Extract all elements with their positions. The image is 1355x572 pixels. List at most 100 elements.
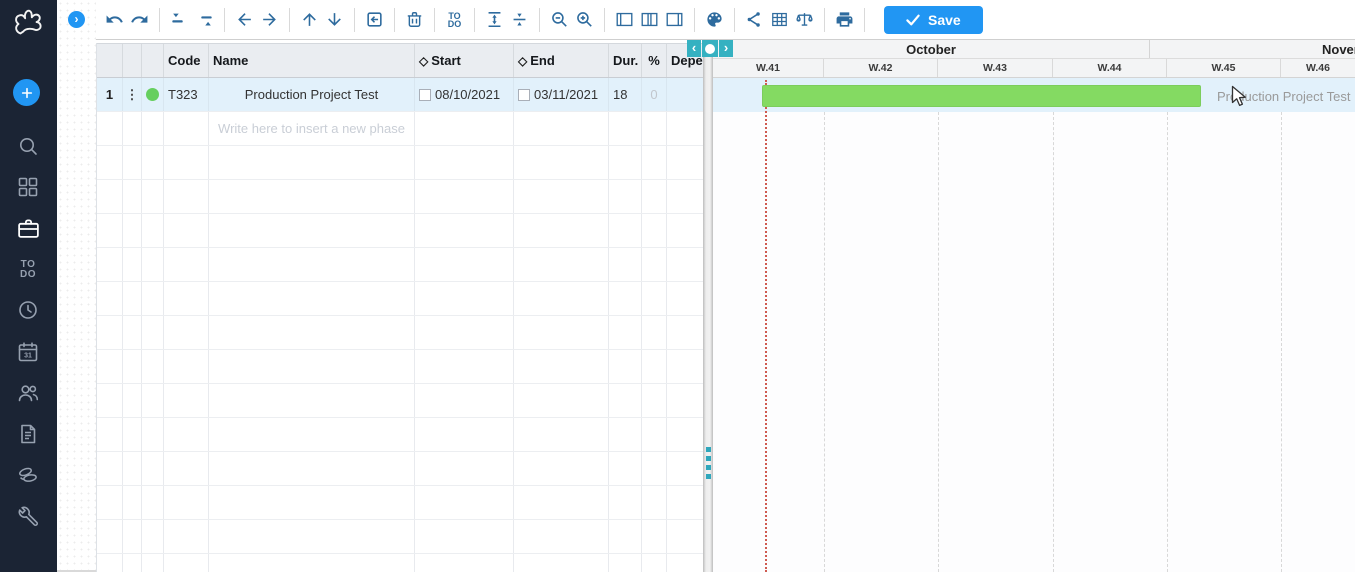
- splitter-drag-handle-icon[interactable]: [706, 447, 711, 479]
- end-milestone-checkbox[interactable]: [518, 88, 530, 101]
- month-cell: October: [713, 40, 1150, 58]
- today-line: [765, 80, 767, 572]
- cell-start[interactable]: 08/10/2021: [415, 78, 514, 111]
- insert-task-button[interactable]: [362, 7, 387, 33]
- week-cell[interactable]: W.42: [824, 59, 938, 77]
- cell-end[interactable]: 03/11/2021: [514, 78, 609, 111]
- resources-balance-button[interactable]: [792, 7, 817, 33]
- move-right-icon: [263, 13, 276, 26]
- panel-right-button[interactable]: [662, 7, 687, 33]
- week-gridline: [824, 112, 825, 572]
- header-end: ◇ End: [514, 44, 609, 77]
- zoom-in-icon: [577, 12, 592, 27]
- row-menu[interactable]: ⋮: [123, 78, 142, 111]
- new-phase-input[interactable]: Write here to insert a new phase: [209, 112, 415, 145]
- print-icon: [836, 12, 853, 27]
- chevron-left-icon: ‹: [691, 40, 697, 55]
- cell-percent[interactable]: 0: [642, 78, 667, 111]
- outdent-level-button[interactable]: [167, 7, 192, 33]
- panel-left-button[interactable]: [612, 7, 637, 33]
- toolbar-groups: TO DO: [102, 7, 857, 33]
- search-icon: [20, 138, 37, 155]
- sidebar-item-settings[interactable]: [14, 502, 42, 530]
- panel-split-button[interactable]: [637, 7, 662, 33]
- week-cell[interactable]: W.45: [1167, 59, 1281, 77]
- week-cell[interactable]: W.43: [938, 59, 1053, 77]
- todo-button[interactable]: TO DO: [442, 7, 467, 33]
- document-icon: [21, 424, 36, 444]
- toolbar-separator: [394, 7, 395, 32]
- grid-gantt-splitter[interactable]: [703, 40, 713, 572]
- expand-rows-button[interactable]: [482, 7, 507, 33]
- cell-name[interactable]: Production Project Test: [209, 78, 415, 111]
- move-down-button[interactable]: [322, 7, 347, 33]
- diamond-icon: ◇: [419, 53, 429, 68]
- task-grid: Code Name ◇ Start ◇ End Dur. % Depe. 1 ⋮ T…: [96, 43, 704, 572]
- row-status[interactable]: [142, 78, 164, 111]
- palette-button[interactable]: [702, 7, 727, 33]
- expand-panel-toggle[interactable]: ›: [68, 11, 85, 28]
- collapse-rows-icon: [513, 13, 526, 26]
- row-number: 1: [97, 78, 123, 111]
- month-label: November: [1322, 42, 1355, 57]
- sidebar-item-calendar[interactable]: 31: [14, 338, 42, 366]
- toolbar-separator: [474, 7, 475, 32]
- sidebar-item-costs[interactable]: [14, 461, 42, 489]
- sidebar-item-todo[interactable]: TO DO: [14, 256, 42, 284]
- sidebar-item-time[interactable]: [14, 296, 42, 324]
- cell-duration[interactable]: 18: [609, 78, 642, 111]
- undo-button[interactable]: [102, 7, 127, 33]
- cell-code[interactable]: T323: [164, 78, 209, 111]
- critical-path-icon: [747, 12, 760, 27]
- sidebar-item-dashboard[interactable]: [14, 173, 42, 201]
- save-label: Save: [928, 11, 961, 28]
- empty-row: [97, 146, 704, 180]
- sidebar-item-resources[interactable]: [14, 379, 42, 407]
- move-left-button[interactable]: [232, 7, 257, 33]
- week-cell[interactable]: W.46: [1281, 59, 1355, 77]
- print-button[interactable]: [832, 7, 857, 33]
- add-button[interactable]: [13, 79, 40, 106]
- grid-view-button[interactable]: [767, 7, 792, 33]
- header-menu: [123, 44, 142, 77]
- week-cell[interactable]: W.41: [713, 59, 824, 77]
- check-icon: [906, 14, 920, 25]
- undo-icon: [106, 15, 123, 23]
- redo-button[interactable]: [127, 7, 152, 33]
- zoom-in-button[interactable]: [572, 7, 597, 33]
- week-header-row: W.41 W.42 W.43 W.44 W.45 W.46: [713, 59, 1355, 78]
- kebab-menu-icon: ⋮: [125, 87, 139, 102]
- mouse-cursor: [1231, 85, 1246, 107]
- week-cell[interactable]: W.44: [1053, 59, 1167, 77]
- insert-task-icon: [367, 12, 382, 27]
- task-bar[interactable]: [762, 85, 1201, 107]
- cell-dependencies[interactable]: [667, 78, 704, 111]
- collapse-rows-button[interactable]: [507, 7, 532, 33]
- plus-icon: [21, 87, 32, 98]
- header-name: Name: [209, 44, 415, 77]
- wrench-icon: [18, 506, 39, 527]
- move-up-button[interactable]: [297, 7, 322, 33]
- toolbar-separator: [159, 7, 160, 32]
- header-code: Code: [164, 44, 209, 77]
- pan-center-handle[interactable]: [702, 40, 718, 57]
- save-button[interactable]: Save: [884, 5, 983, 34]
- task-row-1: 1 ⋮ T323 Production Project Test 08/10/2…: [97, 78, 704, 112]
- sidebar-gutter: [57, 0, 96, 572]
- panel-split-icon: [641, 12, 658, 27]
- sidebar-item-documents[interactable]: [14, 420, 42, 448]
- empty-row: [97, 384, 704, 418]
- sidebar-item-projects[interactable]: [14, 214, 42, 242]
- move-right-button[interactable]: [257, 7, 282, 33]
- sidebar-item-search[interactable]: [14, 132, 42, 160]
- circle-handle-icon: [705, 43, 715, 54]
- toolbar-separator: [824, 7, 825, 32]
- empty-row: [97, 350, 704, 384]
- start-milestone-checkbox[interactable]: [419, 88, 431, 101]
- delete-button[interactable]: [402, 7, 427, 33]
- pan-left-button[interactable]: ‹: [687, 40, 701, 57]
- zoom-out-button[interactable]: [547, 7, 572, 33]
- indent-level-button[interactable]: [192, 7, 217, 33]
- pan-right-button[interactable]: ›: [719, 40, 733, 57]
- critical-path-button[interactable]: [742, 7, 767, 33]
